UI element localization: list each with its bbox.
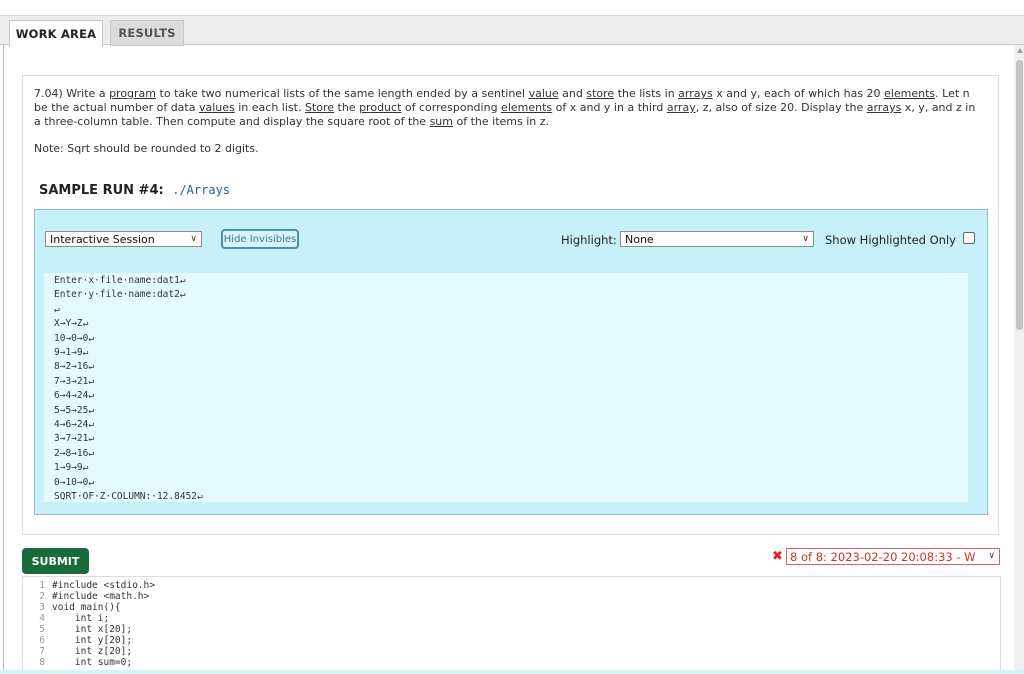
output-line: 6→4→24↵	[54, 390, 95, 402]
output-line: 7→3→21↵	[54, 375, 95, 387]
run-history-value: 8 of 8: 2023-02-20 20:08:33 - W	[790, 549, 976, 564]
output-line: 9→1→9↵	[54, 347, 89, 359]
glossary-link[interactable]: arrays	[867, 101, 902, 114]
submit-button[interactable]: SUBMIT	[22, 548, 89, 574]
sample-run-command: ./Arrays	[172, 183, 231, 197]
highlight-select[interactable]: None ∨	[620, 231, 814, 247]
code-text: int z[20];	[52, 646, 133, 657]
output-line: X→Y→Z↵	[54, 318, 89, 330]
highlight-value: None	[625, 232, 654, 246]
question-text-segment: the lists in	[614, 87, 679, 100]
question-text-segment: and	[558, 87, 587, 100]
line-number: 8	[39, 657, 45, 668]
output-line: ↵	[54, 303, 60, 315]
left-border	[3, 45, 4, 674]
glossary-link[interactable]: elements	[501, 101, 552, 114]
show-highlighted-checkbox[interactable]	[963, 232, 975, 244]
output-line: 5→5→25↵	[54, 404, 95, 416]
code-text: #include <math.h>	[52, 591, 150, 602]
output-line: 0→10→0↵	[54, 476, 95, 488]
chevron-down-icon: ∨	[988, 551, 995, 561]
question-text-segment: in each list.	[234, 101, 305, 114]
run-history-select[interactable]: 8 of 8: 2023-02-20 20:08:33 - W ∨	[786, 548, 1000, 565]
question-text: 7.04) Write a program to take two numeri…	[34, 87, 984, 129]
code-text: int x[20];	[52, 624, 133, 635]
line-number: 1	[39, 580, 45, 591]
glossary-link[interactable]: program	[109, 87, 156, 100]
glossary-link[interactable]: product	[359, 101, 401, 114]
chevron-down-icon: ∨	[190, 234, 197, 244]
sample-run-title: SAMPLE RUN #4: ./Arrays	[39, 183, 230, 198]
glossary-link[interactable]: sum	[430, 115, 453, 128]
question-text-segment: of the items in z.	[453, 115, 550, 128]
line-number: 6	[39, 635, 45, 646]
question-text-segment: 7.04) Write a	[34, 87, 110, 100]
glossary-link[interactable]: value	[529, 87, 559, 100]
question-text-segment: x and y, each of which has 20	[712, 87, 885, 100]
tab-work-area[interactable]: WORK AREA	[9, 20, 103, 47]
session-mode-value: Interactive Session	[50, 232, 155, 246]
code-editor[interactable]: 1 #include <stdio.h> 2 #include <math.h> 3 vo…	[22, 576, 1001, 674]
bottom-strip	[0, 670, 1024, 674]
output-line: Enter·y·file·name:dat2↵	[54, 289, 186, 301]
output-line: SQRT·OF·Z·COLUMN:·12.8452↵	[54, 491, 203, 503]
code-text: int sum=0;	[52, 657, 133, 668]
question-text-segment: of corresponding	[401, 101, 502, 114]
code-text: int y[20];	[52, 635, 133, 646]
line-number: 7	[39, 646, 45, 657]
question-note: Note: Sqrt should be rounded to 2 digits…	[34, 142, 259, 155]
session-mode-select[interactable]: Interactive Session ∨	[45, 231, 202, 247]
output-line: 1→9→9↵	[54, 462, 89, 474]
output-line: Enter·x·file·name:dat1↵	[54, 275, 186, 286]
glossary-link[interactable]: store	[586, 87, 614, 100]
glossary-link[interactable]: array	[667, 101, 696, 114]
line-number: 5	[39, 624, 45, 635]
glossary-link[interactable]: elements	[884, 87, 935, 100]
output-line: 4→6→24↵	[54, 419, 95, 431]
output-line: 2→8→16↵	[54, 447, 95, 459]
output-line: 3→7→21↵	[54, 433, 95, 445]
tab-bar: WORK AREA RESULTS	[0, 15, 1024, 47]
question-text-segment: , z, also of size 20. Display the	[695, 101, 867, 114]
glossary-link[interactable]: Store	[305, 101, 334, 114]
line-number: 3	[39, 602, 45, 613]
show-highlighted-label: Show Highlighted Only	[825, 233, 956, 247]
code-text: #include <stdio.h>	[52, 580, 155, 591]
scroll-up-icon[interactable]	[1017, 48, 1023, 53]
tab-results[interactable]: RESULTS	[110, 20, 184, 46]
glossary-link[interactable]: arrays	[678, 87, 713, 100]
line-number: 4	[39, 613, 45, 624]
scrollbar-thumb[interactable]	[1016, 60, 1023, 330]
question-text-segment: the	[334, 101, 360, 114]
code-text: void main(){	[52, 602, 121, 613]
output-line: 10→0→0↵	[54, 332, 95, 344]
glossary-link[interactable]: values	[199, 101, 235, 114]
question-text-segment: to take two numerical lists of the same …	[156, 87, 529, 100]
sample-run-label: SAMPLE RUN #4:	[39, 183, 164, 198]
x-icon: ✖	[772, 549, 783, 564]
top-band	[0, 0, 1024, 15]
hide-invisibles-button[interactable]: Hide Invisibles	[221, 229, 299, 249]
line-number: 2	[39, 591, 45, 602]
chevron-down-icon: ∨	[802, 234, 809, 244]
code-text: int i;	[52, 613, 110, 624]
question-text-segment: of x and y in a third	[552, 101, 667, 114]
output-line: 8→2→16↵	[54, 361, 95, 373]
highlight-label: Highlight:	[561, 233, 617, 247]
session-output: Enter·x·file·name:dat1↵ Enter·y·file·name…	[44, 273, 968, 502]
